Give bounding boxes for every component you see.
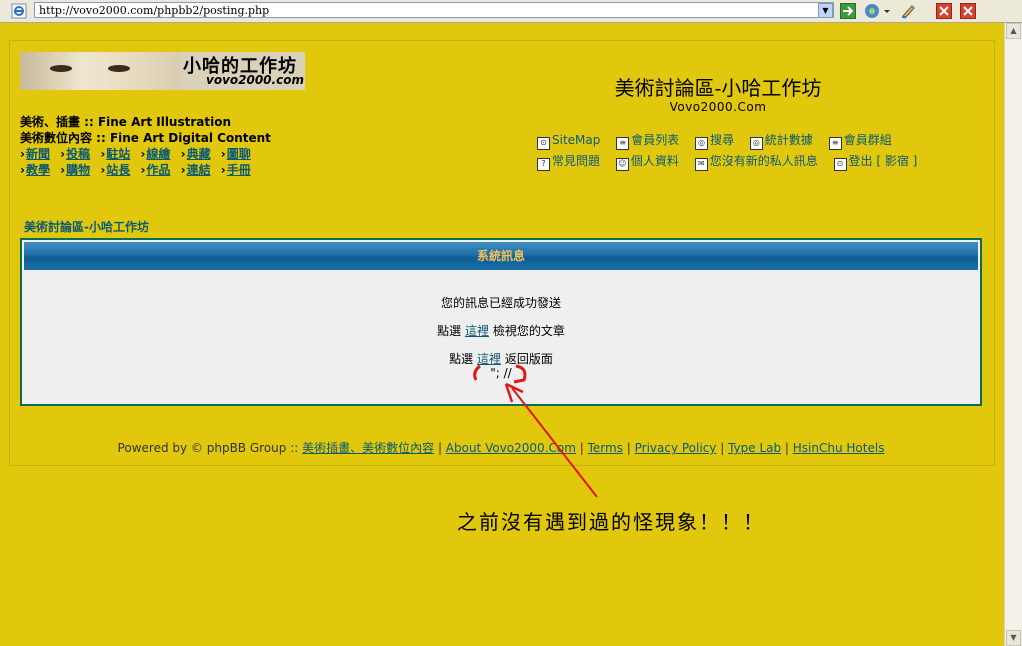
annotation-bracket-left [473, 364, 481, 381]
annotation-overlay [473, 364, 598, 498]
annotation-bracket-right [513, 364, 527, 384]
annotation-text: 之前沒有遇到過的怪現象！！！ [457, 510, 765, 534]
annotation-arrow-line [511, 387, 598, 498]
